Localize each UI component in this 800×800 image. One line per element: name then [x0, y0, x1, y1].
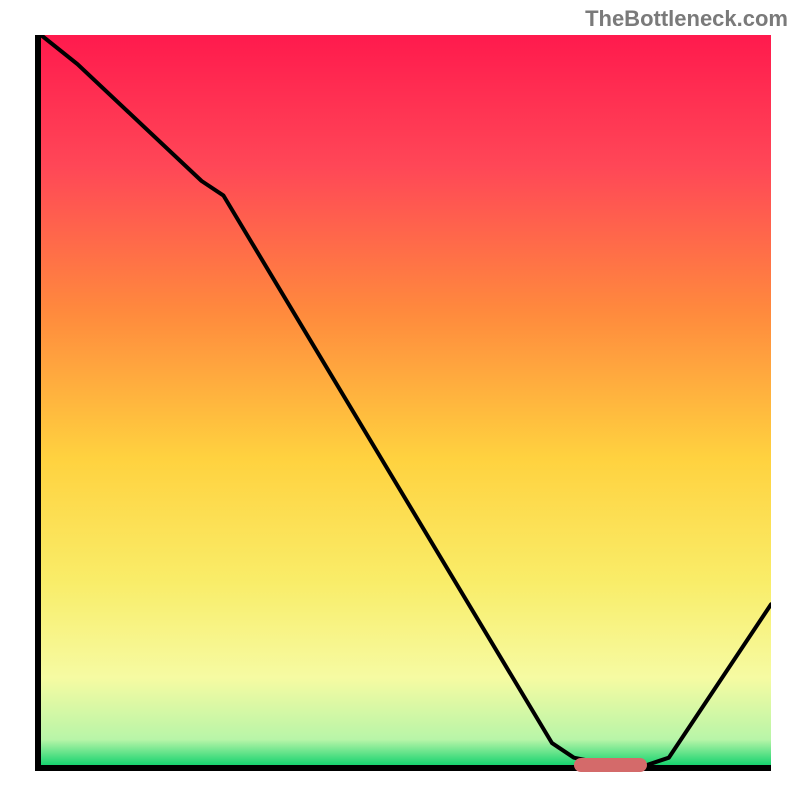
plot-area: [35, 35, 771, 771]
watermark-text: TheBottleneck.com: [585, 6, 788, 32]
chart-container: TheBottleneck.com: [0, 0, 800, 800]
curve-path: [41, 35, 771, 765]
bottleneck-curve: [41, 35, 771, 765]
optimal-range-marker: [574, 758, 647, 772]
